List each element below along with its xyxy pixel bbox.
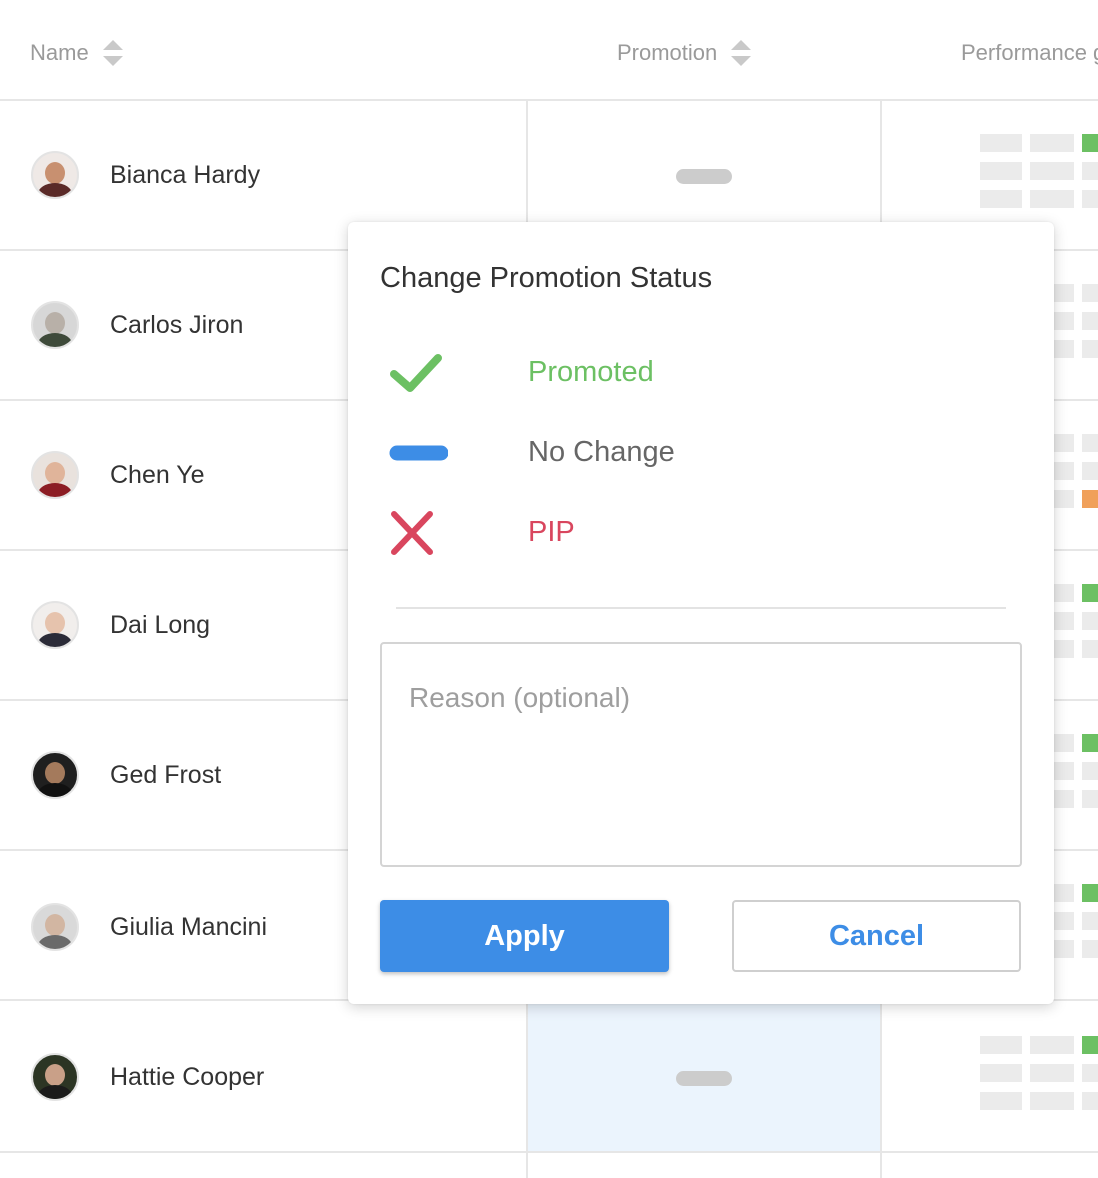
avatar bbox=[31, 601, 79, 649]
reason-input[interactable] bbox=[380, 642, 1022, 867]
avatar bbox=[31, 1053, 79, 1101]
table-row[interactable]: Hattie Cooper bbox=[0, 1003, 1098, 1153]
employee-name[interactable]: Bianca Hardy bbox=[110, 161, 260, 190]
employee-name[interactable]: Ged Frost bbox=[110, 761, 221, 790]
avatar bbox=[31, 451, 79, 499]
option-label: Promoted bbox=[528, 356, 654, 388]
avatar bbox=[31, 151, 79, 199]
option-label: PIP bbox=[528, 516, 575, 548]
employee-name[interactable]: Giulia Mancini bbox=[110, 913, 267, 942]
column-header-promotion[interactable]: Promotion bbox=[617, 38, 752, 68]
sort-icon[interactable] bbox=[731, 40, 752, 66]
avatar bbox=[31, 301, 79, 349]
x-icon bbox=[391, 511, 433, 555]
cancel-button[interactable]: Cancel bbox=[732, 900, 1021, 972]
employee-name[interactable]: Chen Ye bbox=[110, 461, 205, 490]
column-header-performance[interactable]: Performance g bbox=[961, 38, 1098, 68]
column-header-label: Promotion bbox=[617, 40, 718, 65]
apply-button[interactable]: Apply bbox=[380, 900, 669, 972]
dash-icon bbox=[389, 445, 448, 461]
check-icon bbox=[390, 354, 442, 392]
table-row bbox=[0, 1153, 1098, 1178]
option-promoted[interactable]: Promoted bbox=[388, 344, 1008, 404]
option-pip[interactable]: PIP bbox=[388, 504, 1008, 564]
table-header: Name Promotion Performance g bbox=[0, 0, 1098, 101]
employee-name[interactable]: Carlos Jiron bbox=[110, 311, 243, 340]
divider bbox=[396, 607, 1006, 609]
column-header-label: Name bbox=[30, 40, 89, 65]
option-label: No Change bbox=[528, 436, 675, 468]
employee-name[interactable]: Dai Long bbox=[110, 611, 210, 640]
avatar bbox=[31, 903, 79, 951]
no-change-indicator bbox=[676, 1071, 732, 1086]
change-promotion-dialog: Change Promotion Status Promoted No Chan… bbox=[348, 222, 1054, 1004]
no-change-indicator bbox=[676, 169, 732, 184]
dialog-title: Change Promotion Status bbox=[380, 262, 713, 294]
column-header-name[interactable]: Name bbox=[30, 38, 123, 68]
sort-icon[interactable] bbox=[102, 40, 123, 66]
avatar bbox=[31, 751, 79, 799]
employee-name[interactable]: Hattie Cooper bbox=[110, 1063, 264, 1092]
column-header-label: Performance g bbox=[961, 40, 1098, 65]
option-no-change[interactable]: No Change bbox=[388, 424, 1008, 484]
promotion-cell[interactable] bbox=[528, 1003, 880, 1151]
